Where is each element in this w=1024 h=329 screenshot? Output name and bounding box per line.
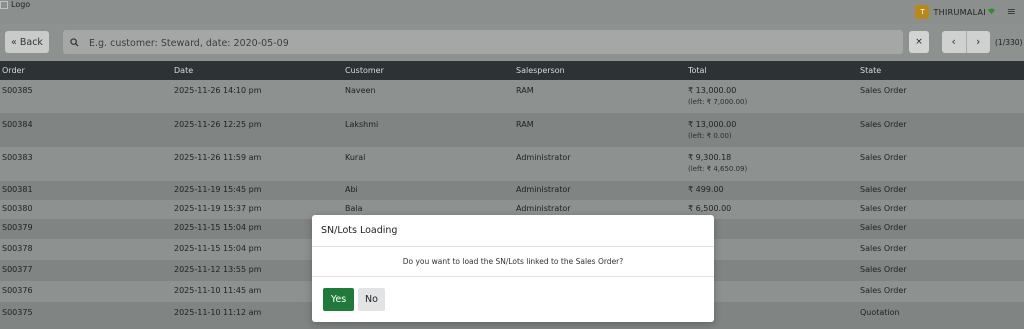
table-header: Order Date Customer Salesperson Total St… — [0, 61, 1024, 80]
cell-state: Sales Order — [860, 185, 907, 194]
cell-order: S00383 — [2, 153, 33, 162]
cell-customer: Naveen — [345, 86, 376, 95]
logo-image — [0, 0, 8, 9]
yes-button[interactable]: Yes — [323, 288, 354, 311]
dialog-title: SN/Lots Loading — [321, 225, 398, 236]
cell-total-left: (left: ₹ 0.00) — [688, 132, 732, 140]
cell-order: S00380 — [2, 204, 33, 213]
back-label: Back — [19, 36, 43, 48]
chevron-left-icon[interactable]: ‹ — [942, 31, 967, 53]
user-menu[interactable]: T THIRUMALAI — [915, 5, 986, 19]
column-header-state[interactable]: State — [860, 66, 881, 75]
cell-state: Sales Order — [860, 86, 907, 95]
cell-salesperson: RAM — [516, 120, 534, 129]
cell-date: 2025-11-19 15:45 pm — [174, 185, 262, 194]
search-icon — [63, 30, 85, 54]
table-row[interactable]: S00383 2025-11-26 11:59 am Kural Adminis… — [0, 147, 1024, 181]
cell-customer: Abi — [345, 185, 358, 194]
cell-state: Sales Order — [860, 265, 907, 274]
search-input[interactable] — [87, 32, 891, 54]
cell-date: 2025-11-19 15:37 pm — [174, 204, 262, 213]
search-bar — [63, 30, 903, 54]
logo: Logo — [0, 0, 30, 9]
cell-date: 2025-11-10 11:12 am — [174, 308, 262, 317]
top-bar: Logo T THIRUMALAI ≡ — [0, 0, 1024, 24]
cell-total: ₹ 6,500.00 — [688, 204, 732, 213]
cell-salesperson: Administrator — [516, 204, 571, 213]
cell-salesperson: Administrator — [516, 185, 571, 194]
toolbar: « Back × ‹ › (1/330) — [0, 24, 1024, 61]
cell-total: ₹ 9,300.18 — [688, 153, 732, 162]
cell-customer: Bala — [345, 204, 363, 213]
cell-date: 2025-11-26 12:25 pm — [174, 120, 262, 129]
user-name: THIRUMALAI — [933, 7, 986, 17]
record-count: (1/330) — [995, 38, 1023, 47]
cell-state: Sales Order — [860, 204, 907, 213]
cell-date: 2025-11-12 13:55 pm — [174, 265, 262, 274]
table-row[interactable]: S00384 2025-11-26 12:25 pm Lakshmi RAM ₹… — [0, 113, 1024, 147]
cell-order: S00377 — [2, 265, 33, 274]
no-button[interactable]: No — [358, 288, 385, 311]
cell-order: S00385 — [2, 86, 33, 95]
table-row[interactable]: S00385 2025-11-26 14:10 pm Naveen RAM ₹ … — [0, 80, 1024, 113]
cell-date: 2025-11-15 15:04 pm — [174, 223, 262, 232]
cell-total: ₹ 499.00 — [688, 185, 724, 194]
cell-date: 2025-11-10 11:45 am — [174, 286, 262, 295]
cell-customer: Lakshmi — [345, 120, 379, 129]
cell-order: S00384 — [2, 120, 33, 129]
divider — [312, 246, 714, 247]
column-header-order[interactable]: Order — [2, 66, 25, 75]
cell-total: ₹ 13,000.00 — [688, 86, 737, 95]
cell-state: Sales Order — [860, 120, 907, 129]
cell-order: S00381 — [2, 185, 33, 194]
back-button[interactable]: « Back — [5, 31, 49, 53]
logo-alt-text: Logo — [11, 0, 31, 9]
cell-state: Sales Order — [860, 286, 907, 295]
cell-state: Sales Order — [860, 153, 907, 162]
cell-state: Quotation — [860, 308, 900, 317]
column-header-total[interactable]: Total — [688, 66, 707, 75]
cell-salesperson: Administrator — [516, 153, 571, 162]
cell-total-left: (left: ₹ 7,000.00) — [688, 98, 748, 106]
column-header-customer[interactable]: Customer — [345, 66, 384, 75]
divider — [312, 276, 714, 277]
dialog-message: Do you want to load the SN/Lots linked t… — [402, 257, 624, 266]
double-chevron-left-icon: « — [11, 36, 17, 48]
clear-search-button[interactable]: × — [909, 31, 929, 53]
avatar: T — [915, 5, 930, 19]
cell-total: ₹ 13,000.00 — [688, 120, 737, 129]
cell-date: 2025-11-26 14:10 pm — [174, 86, 262, 95]
pager: ‹ › — [942, 31, 990, 53]
chevron-right-icon[interactable]: › — [967, 31, 991, 53]
column-header-date[interactable]: Date — [174, 66, 193, 75]
cell-state: Sales Order — [860, 223, 907, 232]
column-header-salesperson[interactable]: Salesperson — [516, 66, 565, 75]
table-row[interactable]: S00381 2025-11-19 15:45 pm Abi Administr… — [0, 181, 1024, 200]
cell-date: 2025-11-15 15:04 pm — [174, 244, 262, 253]
cell-total-left: (left: ₹ 4,650.09) — [688, 165, 748, 173]
sn-lots-dialog: SN/Lots Loading Do you want to load the … — [312, 215, 714, 322]
cell-date: 2025-11-26 11:59 am — [174, 153, 262, 162]
cell-order: S00375 — [2, 308, 33, 317]
wifi-icon — [987, 7, 996, 18]
cell-order: S00376 — [2, 286, 33, 295]
cell-customer: Kural — [345, 153, 366, 162]
cell-salesperson: RAM — [516, 86, 534, 95]
hamburger-menu-icon[interactable]: ≡ — [1007, 5, 1016, 18]
cell-order: S00379 — [2, 223, 33, 232]
cell-order: S00378 — [2, 244, 33, 253]
cell-state: Sales Order — [860, 244, 907, 253]
